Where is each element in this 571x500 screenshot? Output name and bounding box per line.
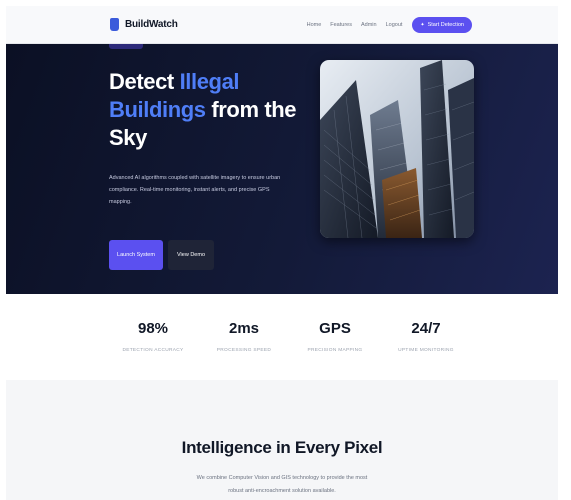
navbar: BuildWatch Home Features Admin Logout ✦ … bbox=[6, 6, 558, 44]
nav-link-features[interactable]: Features bbox=[330, 22, 352, 28]
start-detection-button[interactable]: ✦ Start Detection bbox=[412, 16, 472, 33]
launch-system-button[interactable]: Launch System bbox=[109, 240, 163, 270]
nav-links: Home Features Admin Logout ✦ Start Detec… bbox=[298, 16, 472, 33]
features-subtitle: We combine Computer Vision and GIS techn… bbox=[196, 475, 368, 494]
stat-processing-speed: 2ms PROCESSING SPEED bbox=[199, 320, 289, 353]
stat-label: DETECTION ACCURACY bbox=[122, 348, 184, 353]
hero-badge bbox=[109, 44, 143, 49]
hero-title-part: Sky bbox=[109, 125, 147, 150]
nav-link-admin[interactable]: Admin bbox=[361, 22, 377, 28]
nav-link-home[interactable]: Home bbox=[307, 22, 322, 28]
stat-value: GPS bbox=[319, 320, 351, 337]
hero-title-part: from the bbox=[205, 97, 297, 122]
stats-section: 98% DETECTION ACCURACY 2ms PROCESSING SP… bbox=[6, 294, 558, 380]
view-demo-button[interactable]: View Demo bbox=[168, 240, 214, 270]
start-detection-label: Start Detection bbox=[427, 21, 464, 28]
stat-label: PRECISION MAPPING bbox=[307, 348, 363, 353]
logo-text: BuildWatch bbox=[125, 19, 178, 30]
hero-description: Advanced AI algorithms coupled with sate… bbox=[109, 175, 281, 205]
skyscraper-image bbox=[320, 60, 474, 238]
building-icon bbox=[110, 18, 119, 31]
stat-value: 2ms bbox=[228, 320, 260, 337]
stat-uptime-monitoring: 24/7 UPTIME MONITORING bbox=[381, 320, 471, 353]
stat-value: 98% bbox=[137, 320, 169, 337]
hero-title-part: Detect bbox=[109, 69, 180, 94]
stat-label: UPTIME MONITORING bbox=[398, 348, 454, 353]
sparkle-icon: ✦ bbox=[420, 21, 425, 28]
hero-title-highlight: Buildings bbox=[109, 97, 206, 122]
features-title: Intelligence in Every Pixel bbox=[181, 438, 383, 457]
nav-link-logout[interactable]: Logout bbox=[386, 22, 403, 28]
features-section: Intelligence in Every Pixel We combine C… bbox=[6, 380, 558, 500]
stat-value: 24/7 bbox=[411, 320, 441, 337]
logo[interactable]: BuildWatch bbox=[110, 18, 178, 31]
stat-label: PROCESSING SPEED bbox=[216, 348, 272, 353]
stat-precision-mapping: GPS PRECISION MAPPING bbox=[290, 320, 380, 353]
hero-title: Detect Illegal Buildings from the Sky bbox=[109, 68, 309, 152]
hero-title-highlight: Illegal bbox=[179, 69, 240, 94]
hero-section: Detect Illegal Buildings from the Sky Ad… bbox=[6, 44, 558, 294]
stat-detection-accuracy: 98% DETECTION ACCURACY bbox=[108, 320, 198, 353]
